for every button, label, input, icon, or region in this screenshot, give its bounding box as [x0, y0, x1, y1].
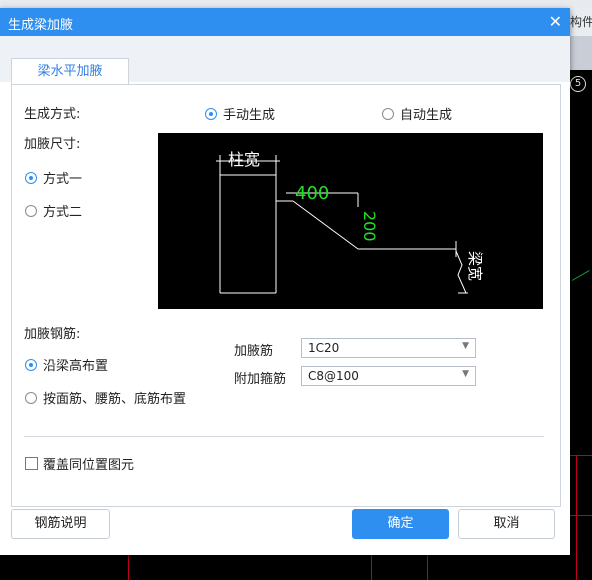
beam-break-mark: [455, 250, 467, 294]
rebar-help-button[interactable]: 钢筋说明: [11, 509, 110, 539]
radio-method-one[interactable]: 方式一: [25, 168, 82, 187]
haunch-dialog: 生成梁加腋 ✕ 梁水平加腋 生成方式: 手动生成 自动生成 加腋尺寸: 方式一 …: [0, 8, 570, 555]
checkbox-label: 覆盖同位置图元: [43, 458, 135, 473]
radio-label: 手动生成: [223, 108, 276, 123]
canvas-grid-line: [371, 555, 372, 580]
stirrup-label: 附加箍筋: [234, 372, 287, 387]
len-value-text: 400: [295, 183, 329, 204]
cancel-button[interactable]: 取消: [458, 509, 555, 539]
canvas-grid-line: [576, 455, 577, 580]
haunch-bar-value: 1C20: [308, 341, 340, 355]
close-icon[interactable]: ✕: [549, 12, 562, 31]
radio-label: 方式一: [43, 172, 83, 187]
beam-width-text: 梁宽: [466, 251, 484, 281]
checkbox-box: [25, 457, 38, 470]
cover-same-position-checkbox[interactable]: 覆盖同位置图元: [25, 454, 134, 473]
haunch-bar-label: 加腋筋: [234, 344, 274, 359]
radio-indicator: [25, 358, 37, 371]
radio-auto-generate[interactable]: 自动生成: [382, 104, 452, 123]
axis-label-circle: 5: [570, 76, 586, 92]
radio-indicator: [25, 391, 37, 404]
radio-manual-generate[interactable]: 手动生成: [205, 104, 275, 123]
radio-method-two[interactable]: 方式二: [25, 201, 82, 220]
toolbar-strip: [570, 36, 592, 70]
radio-label: 方式二: [43, 205, 83, 220]
chevron-down-icon: ▼: [462, 341, 469, 351]
haunch-diagram: 柱宽 400 200 梁宽: [158, 133, 543, 309]
canvas-grid-line: [128, 555, 129, 580]
gen-method-label: 生成方式:: [24, 107, 81, 122]
divider: [24, 436, 544, 437]
canvas-grid-line: [570, 455, 592, 456]
tab-component-edit[interactable]: 构件编辑: [570, 8, 592, 36]
haunch-bar-select[interactable]: 1C20 ▼: [301, 338, 476, 358]
radio-indicator: [25, 171, 37, 184]
tab-horizontal-haunch[interactable]: 梁水平加腋: [11, 58, 129, 85]
radio-indicator: [25, 204, 37, 217]
app-topbar: [0, 0, 592, 8]
radio-by-face-bars[interactable]: 按面筋、腰筋、底筋布置: [25, 388, 186, 407]
tab-panel: 生成方式: 手动生成 自动生成 加腋尺寸: 方式一 方式二 柱宽 400 200…: [11, 84, 561, 507]
dialog-titlebar[interactable]: 生成梁加腋 ✕: [0, 8, 570, 36]
stirrup-value: C8@100: [308, 369, 359, 383]
radio-label: 自动生成: [400, 108, 453, 123]
canvas-grid-line: [570, 515, 592, 516]
dialog-title: 生成梁加腋: [8, 18, 74, 33]
tab-bar: 梁水平加腋: [0, 36, 570, 85]
rebar-label: 加腋钢筋:: [24, 327, 81, 342]
haunch-diagram-svg: 柱宽 400 200 梁宽: [216, 150, 484, 294]
height-value-text: 200: [360, 211, 379, 242]
stirrup-select[interactable]: C8@100 ▼: [301, 366, 476, 386]
haunch-slope: [292, 200, 359, 250]
canvas-grid-line: [427, 555, 428, 580]
chevron-down-icon: ▼: [462, 369, 469, 379]
radio-along-beam-height[interactable]: 沿梁高布置: [25, 355, 108, 374]
radio-label: 沿梁高布置: [43, 359, 109, 374]
size-label: 加腋尺寸:: [24, 137, 81, 152]
col-width-text: 柱宽: [228, 150, 260, 169]
radio-indicator: [205, 107, 217, 120]
radio-indicator: [382, 107, 394, 120]
ok-button[interactable]: 确定: [352, 509, 449, 539]
radio-label: 按面筋、腰筋、底筋布置: [43, 392, 187, 407]
